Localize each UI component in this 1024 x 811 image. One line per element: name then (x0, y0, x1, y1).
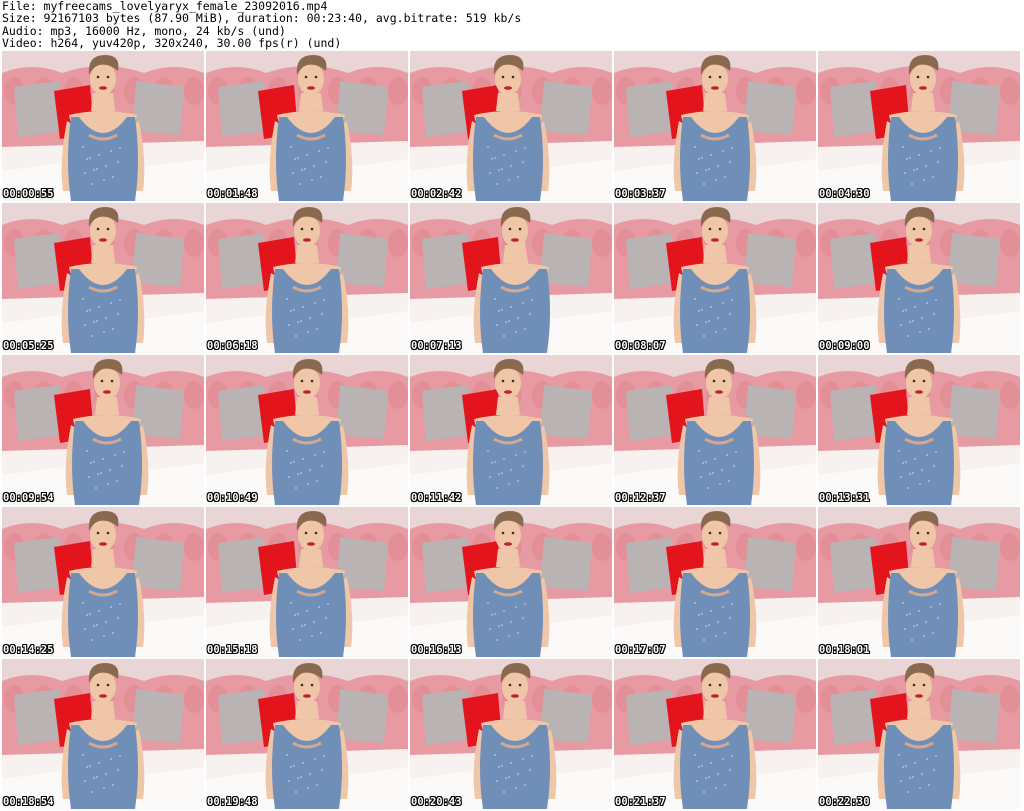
video-thumbnail: 00:18:01 (818, 507, 1020, 657)
video-thumbnail: 00:08:07 (614, 203, 816, 353)
file-info-header: File: myfreecams_lovelyaryx_female_23092… (2, 0, 1022, 50)
frame-scene (2, 355, 204, 505)
video-thumbnail: 00:21:37 (614, 659, 816, 809)
frame-scene (614, 507, 816, 657)
frame-scene (206, 355, 408, 505)
thumbnail-timestamp: 00:22:30 (819, 796, 870, 808)
video-thumbnail: 00:01:48 (206, 51, 408, 201)
frame-scene (2, 51, 204, 201)
video-thumbnail: 00:14:25 (2, 507, 204, 657)
video-thumbnail: 00:22:30 (818, 659, 1020, 809)
video-thumbnail: 00:07:13 (410, 203, 612, 353)
thumbnail-timestamp: 00:09:54 (3, 492, 54, 504)
thumbnail-timestamp: 00:12:37 (615, 492, 666, 504)
frame-scene (818, 659, 1020, 809)
frame-scene (206, 203, 408, 353)
thumbnail-timestamp: 00:14:25 (3, 644, 54, 656)
video-thumbnail: 00:19:48 (206, 659, 408, 809)
frame-scene (2, 203, 204, 353)
thumbnail-timestamp: 00:15:18 (207, 644, 258, 656)
size-duration-line: Size: 92167103 bytes (87.90 MiB), durati… (2, 11, 522, 26)
thumbnail-timestamp: 00:03:37 (615, 188, 666, 200)
video-thumbnail: 00:06:18 (206, 203, 408, 353)
video-thumbnail: 00:16:13 (410, 507, 612, 657)
frame-scene (2, 507, 204, 657)
thumbnail-timestamp: 00:09:00 (819, 340, 870, 352)
video-thumbnail: 00:00:55 (2, 51, 204, 201)
thumbnail-timestamp: 00:11:42 (411, 492, 462, 504)
video-thumbnail: 00:10:49 (206, 355, 408, 505)
video-thumbnail: 00:09:54 (2, 355, 204, 505)
frame-scene (614, 51, 816, 201)
thumbnail-timestamp: 00:18:54 (3, 796, 54, 808)
frame-scene (410, 203, 612, 353)
thumbnail-timestamp: 00:05:25 (3, 340, 54, 352)
thumbnail-timestamp: 00:02:42 (411, 188, 462, 200)
thumbnail-grid: 00:00:55 00:01:48 00:02:42 00:03:37 00:04:30… (2, 51, 1024, 811)
thumbnail-timestamp: 00:13:31 (819, 492, 870, 504)
video-thumbnail: 00:05:25 (2, 203, 204, 353)
thumbnail-timestamp: 00:01:48 (207, 188, 258, 200)
video-thumbnail: 00:11:42 (410, 355, 612, 505)
frame-scene (410, 355, 612, 505)
frame-scene (410, 51, 612, 201)
thumbnail-timestamp: 00:21:37 (615, 796, 666, 808)
frame-scene (818, 203, 1020, 353)
frame-scene (614, 203, 816, 353)
frame-scene (206, 507, 408, 657)
thumbnail-timestamp: 00:08:07 (615, 340, 666, 352)
frame-scene (206, 51, 408, 201)
frame-scene (2, 659, 204, 809)
thumbnail-timestamp: 00:20:43 (411, 796, 462, 808)
thumbnail-timestamp: 00:10:49 (207, 492, 258, 504)
frame-scene (818, 355, 1020, 505)
video-thumbnail: 00:09:00 (818, 203, 1020, 353)
frame-scene (410, 507, 612, 657)
thumbnail-timestamp: 00:19:48 (207, 796, 258, 808)
frame-scene (614, 659, 816, 809)
frame-scene (614, 355, 816, 505)
video-thumbnail: 00:02:42 (410, 51, 612, 201)
thumbnail-timestamp: 00:07:13 (411, 340, 462, 352)
video-thumbnail: 00:17:07 (614, 507, 816, 657)
thumbnail-timestamp: 00:00:55 (3, 188, 54, 200)
video-thumbnail: 00:18:54 (2, 659, 204, 809)
video-thumbnail: 00:15:18 (206, 507, 408, 657)
video-thumbnail: 00:04:30 (818, 51, 1020, 201)
video-info-line: Video: h264, yuv420p, 320x240, 30.00 fps… (2, 35, 342, 50)
frame-scene (818, 51, 1020, 201)
frame-scene (818, 507, 1020, 657)
video-thumbnail: 00:03:37 (614, 51, 816, 201)
thumbnail-timestamp: 00:16:13 (411, 644, 462, 656)
thumbnail-timestamp: 00:04:30 (819, 188, 870, 200)
thumbnail-timestamp: 00:18:01 (819, 644, 870, 656)
frame-scene (206, 659, 408, 809)
frame-scene (410, 659, 612, 809)
thumbnail-timestamp: 00:17:07 (615, 644, 666, 656)
thumbnail-timestamp: 00:06:18 (207, 340, 258, 352)
video-thumbnail: 00:12:37 (614, 355, 816, 505)
video-thumbnail: 00:20:43 (410, 659, 612, 809)
video-thumbnail: 00:13:31 (818, 355, 1020, 505)
